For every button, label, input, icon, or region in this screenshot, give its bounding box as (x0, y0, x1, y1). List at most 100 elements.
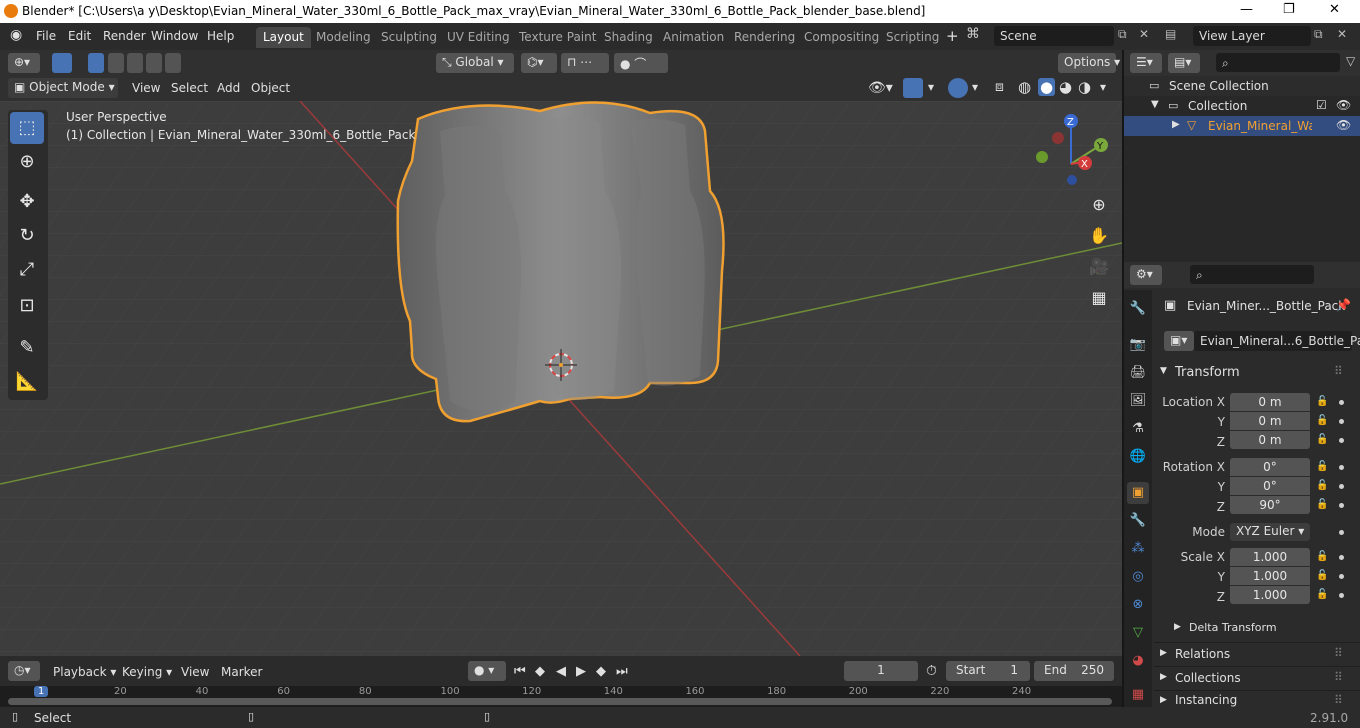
zoom-icon[interactable]: ⊕ (1086, 192, 1112, 218)
gizmo-neg-y-handle[interactable] (1036, 151, 1048, 163)
mode-dropdown[interactable]: ▣ Object Mode ▾ (8, 78, 118, 98)
location-x-field[interactable]: 0 m (1230, 393, 1310, 411)
next-keyframe-icon[interactable]: ◆ (596, 664, 606, 679)
close-button[interactable]: ✕ (1329, 2, 1340, 17)
viewport-menu-view[interactable]: View (132, 81, 160, 95)
transform-panel-header[interactable]: ▼ Transform ⠿ (1154, 362, 1360, 384)
lock-icon[interactable]: 🔓 (1316, 589, 1328, 600)
maximize-button[interactable]: ❐ (1283, 2, 1295, 17)
move-tool-icon[interactable]: ✥ (10, 186, 44, 218)
view-layer-icon[interactable]: ▤ (1165, 27, 1176, 41)
options-dropdown[interactable]: Options ▾ (1058, 53, 1120, 73)
outliner-row-object[interactable]: ▶ ▽ Evian_Mineral_Water 👁 (1124, 116, 1360, 136)
tab-scripting[interactable]: Scripting (879, 27, 946, 48)
expand-object-icon[interactable]: ▶ (1172, 119, 1180, 130)
expand-collection-icon[interactable]: ▼ (1151, 99, 1159, 110)
current-frame-field[interactable]: 1 (844, 661, 918, 681)
editor-type-dropdown[interactable]: ⊕▾ (8, 53, 40, 73)
lock-icon[interactable]: 🔓 (1316, 461, 1328, 472)
tab-rendering[interactable]: Rendering (727, 27, 802, 48)
annotate-tool-icon[interactable]: ✎ (10, 332, 44, 364)
xray-toggle-icon[interactable]: ⧈ (995, 79, 1004, 95)
remove-view-layer-icon[interactable]: ✕ (1337, 27, 1347, 41)
keyframe-dot-icon[interactable] (1339, 465, 1344, 470)
wireframe-shading-icon[interactable]: ◍ (1018, 78, 1031, 96)
outliner-row-collection[interactable]: ▼ ▭ Collection ☑ 👁 (1124, 96, 1360, 116)
keyframe-dot-icon[interactable] (1339, 593, 1344, 598)
gizmo-toggle-icon[interactable] (903, 78, 923, 98)
relations-drag-handle-icon[interactable]: ⠿ (1334, 646, 1343, 660)
timeline-editor-type-dropdown[interactable]: ◷▾ (8, 661, 40, 681)
collections-drag-handle-icon[interactable]: ⠿ (1334, 670, 1343, 684)
collection-visibility-eye-icon[interactable]: 👁 (1336, 98, 1351, 112)
viewport-menu-object[interactable]: Object (251, 81, 290, 95)
outliner-editor-type-dropdown[interactable]: ☰▾ (1130, 53, 1162, 73)
location-z-field[interactable]: 0 m (1230, 431, 1310, 449)
rotate-tool-icon[interactable]: ↻ (10, 220, 44, 252)
menu-render[interactable]: Render (103, 29, 146, 43)
keyframe-dot-icon[interactable] (1339, 555, 1344, 560)
keyframe-dot-icon[interactable] (1339, 574, 1344, 579)
cursor-tool-icon[interactable]: ⊕ (10, 146, 44, 178)
viewport-menu-add[interactable]: Add (217, 81, 240, 95)
instancing-drag-handle-icon[interactable]: ⠿ (1334, 693, 1343, 707)
ortho-grid-icon[interactable]: ▦ (1086, 285, 1112, 311)
scale-tool-icon[interactable]: ⤢ (10, 254, 44, 286)
display-mode-dropdown[interactable]: ▤▾ (1168, 53, 1200, 73)
jump-end-icon[interactable]: ⏭ (616, 664, 628, 679)
panel-drag-handle-icon[interactable]: ⠿ (1334, 364, 1343, 378)
lock-icon[interactable]: 🔓 (1316, 480, 1328, 491)
lock-icon[interactable]: 🔓 (1316, 570, 1328, 581)
tab-layout[interactable]: Layout (256, 27, 311, 48)
select-box-tool-button[interactable] (52, 53, 72, 73)
tab-animation[interactable]: Animation (656, 27, 731, 48)
properties-search-input[interactable]: ⌕ (1190, 265, 1314, 284)
viewport-menu-select[interactable]: Select (171, 81, 208, 95)
keyframe-dot-icon[interactable] (1339, 419, 1344, 424)
lock-icon[interactable]: 🔓 (1316, 551, 1328, 562)
scene-field[interactable]: Scene (994, 26, 1114, 46)
transform-orientation-dropdown[interactable]: ⤡ Global ▾ (436, 53, 514, 73)
scene-icon[interactable]: ⌘ (966, 26, 980, 42)
select-mode-subtract-icon[interactable] (127, 53, 143, 73)
object-name-field[interactable]: Evian_Mineral...6_Bottle_Pack (1194, 331, 1360, 351)
render-tab-icon[interactable]: 📷 (1127, 334, 1149, 356)
pin-icon[interactable]: 📌 (1336, 298, 1351, 312)
play-reverse-icon[interactable]: ◀ (556, 664, 566, 679)
keyframe-dot-icon[interactable] (1339, 484, 1344, 489)
object-browse-dropdown[interactable]: ▣▾ (1164, 331, 1194, 351)
rendered-shading-icon[interactable]: ◑ (1078, 78, 1091, 96)
rotation-x-field[interactable]: 0° (1230, 458, 1310, 476)
snap-dropdown[interactable]: ⊓ ⋯ (561, 53, 609, 73)
scale-y-field[interactable]: 1.000 (1230, 567, 1310, 585)
scale-x-field[interactable]: 1.000 (1230, 548, 1310, 566)
delta-transform-header[interactable]: ▶ Delta Transform (1154, 618, 1360, 638)
keyframe-dot-icon[interactable] (1339, 503, 1344, 508)
start-frame-field[interactable]: Start 1 (946, 661, 1030, 681)
blender-menu-icon[interactable]: ◉ (10, 27, 22, 43)
add-workspace-icon[interactable]: + (946, 27, 959, 45)
timeline-menu-marker[interactable]: Marker (221, 665, 262, 679)
select-box-tool-icon[interactable]: ⬚ (10, 112, 44, 144)
instancing-panel-header[interactable]: ▶ Instancing ⠿ (1154, 690, 1360, 707)
camera-view-icon[interactable]: 🎥 (1086, 254, 1112, 280)
gizmo-neg-z-handle[interactable] (1067, 175, 1077, 185)
filter-icon[interactable]: ▽ (1346, 54, 1355, 68)
tab-modeling[interactable]: Modeling (309, 27, 378, 48)
tab-shading[interactable]: Shading (597, 27, 660, 48)
scale-z-field[interactable]: 1.000 (1230, 586, 1310, 604)
object-visibility-eye-icon[interactable]: 👁 (1336, 118, 1351, 132)
timeline-menu-keying[interactable]: Keying ▾ (122, 665, 172, 679)
lock-icon[interactable]: 🔓 (1316, 499, 1328, 510)
proportional-edit-dropdown[interactable]: ● ⌒ (614, 53, 668, 73)
select-mode-invert-icon[interactable] (146, 53, 162, 73)
auto-keying-dropdown[interactable]: ● ▾ (468, 661, 506, 681)
tab-sculpting[interactable]: Sculpting (374, 27, 444, 48)
shading-dropdown-icon[interactable]: ▾ (1100, 80, 1106, 94)
lock-icon[interactable]: 🔓 (1316, 415, 1328, 426)
outliner-row-scene-collection[interactable]: ▭ Scene Collection (1124, 76, 1360, 96)
outliner-search-input[interactable]: ⌕ (1216, 53, 1340, 72)
location-y-field[interactable]: 0 m (1230, 412, 1310, 430)
tab-texture-paint[interactable]: Texture Paint (512, 27, 603, 48)
material-tab-icon[interactable]: ◕ (1127, 650, 1149, 672)
